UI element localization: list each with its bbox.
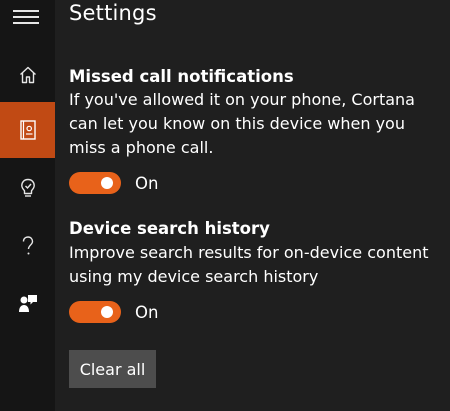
search-history-toggle[interactable] [69,301,121,323]
search-history-toggle-label: On [135,302,159,322]
missed-call-heading: Missed call notifications [69,67,294,86]
sidebar [0,0,55,411]
missed-call-toggle-row: On [69,172,158,194]
hamburger-line [13,10,39,12]
hamburger-line [13,16,39,18]
clear-all-button[interactable]: Clear all [69,350,156,388]
missed-call-toggle-label: On [135,173,159,193]
sidebar-item-reminders[interactable] [0,160,55,216]
notebook-icon [19,120,36,140]
toggle-knob [101,177,113,189]
sidebar-item-notebook[interactable] [0,102,55,158]
missed-call-toggle[interactable] [69,172,121,194]
search-history-toggle-row: On [69,301,158,323]
sidebar-item-home[interactable] [0,47,55,103]
search-history-description: Improve search results for on-device con… [69,243,429,286]
reminders-icon [20,178,35,197]
hamburger-menu-icon[interactable] [13,10,39,24]
page-title: Settings [69,1,157,25]
help-icon [22,236,33,255]
search-history-heading: Device search history [69,219,270,238]
sidebar-item-feedback[interactable] [0,276,55,332]
toggle-knob [101,306,113,318]
feedback-icon [18,295,37,312]
sidebar-item-help[interactable] [0,218,55,274]
missed-call-description: If you've allowed it on your phone, Cort… [69,90,415,157]
hamburger-line [13,22,39,24]
home-icon [19,66,36,84]
